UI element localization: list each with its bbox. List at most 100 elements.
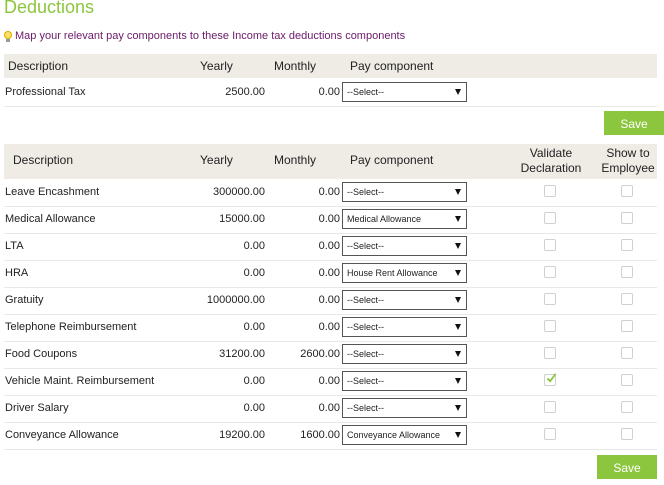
chevron-down-icon (455, 351, 461, 357)
row-yearly: 31200.00 (219, 348, 265, 360)
table1-header-yearly: Yearly (200, 59, 233, 73)
validate-declaration-checkbox[interactable] (544, 373, 557, 386)
pay-component-value: --Select-- (347, 349, 385, 359)
validate-declaration-checkbox[interactable] (544, 320, 556, 332)
pay-component-select[interactable]: --Select-- (342, 182, 467, 202)
table-row: Professional Tax 2500.00 0.00 --Select-- (4, 79, 657, 107)
chevron-down-icon (455, 432, 461, 438)
table2-header-monthly: Monthly (274, 153, 317, 167)
row-monthly: 0.00 (318, 186, 340, 198)
chevron-down-icon (455, 216, 461, 222)
page-title: Deductions (4, 0, 95, 17)
row-monthly: 2600.00 (300, 348, 340, 360)
hint-text: Map your relevant pay components to thes… (15, 30, 406, 42)
pay-component-value: --Select-- (347, 187, 385, 197)
pay-component-select[interactable]: --Select-- (342, 82, 467, 102)
pay-component-value: --Select-- (347, 87, 385, 97)
table2-header-show-line2: Employee (601, 161, 655, 175)
row-yearly: 1000000.00 (206, 294, 265, 306)
row-monthly: 0.00 (318, 213, 340, 225)
show-to-employee-checkbox[interactable] (621, 428, 633, 440)
table2-header-show-line1: Show to (606, 146, 650, 160)
chevron-down-icon (455, 89, 461, 95)
pay-component-select[interactable]: --Select-- (342, 317, 467, 337)
chevron-down-icon (455, 378, 461, 384)
pay-component-select[interactable]: --Select-- (342, 398, 467, 418)
pay-component-select[interactable]: --Select-- (342, 344, 467, 364)
table-row: LTA 0.00 0.00 --Select-- (4, 233, 657, 261)
checkmark-icon (546, 373, 557, 383)
pay-component-value: --Select-- (347, 376, 385, 386)
row-yearly: 0.00 (243, 402, 265, 414)
save-button-bottom[interactable]: Save (597, 455, 657, 479)
row-description: Vehicle Maint. Reimbursement (5, 375, 155, 387)
chevron-down-icon (455, 324, 461, 330)
row-monthly: 0.00 (318, 86, 340, 98)
row-monthly: 0.00 (318, 375, 340, 387)
validate-declaration-checkbox[interactable] (544, 293, 556, 305)
show-to-employee-checkbox[interactable] (621, 266, 633, 278)
show-to-employee-checkbox[interactable] (621, 293, 633, 305)
pay-component-value: Conveyance Allowance (347, 430, 441, 440)
pay-component-select[interactable]: Medical Allowance (342, 209, 467, 229)
pay-component-value: --Select-- (347, 241, 385, 251)
table-row: Telephone Reimbursement 0.00 0.00 --Select-… (4, 314, 657, 342)
pay-component-value: House Rent Allowance (347, 268, 438, 278)
table-row: Gratuity 1000000.00 0.00 --Select-- (4, 287, 657, 315)
row-description: HRA (5, 267, 29, 279)
row-description: Gratuity (5, 294, 44, 306)
row-description: Leave Encashment (5, 186, 100, 198)
validate-declaration-checkbox[interactable] (544, 401, 556, 413)
pay-component-value: --Select-- (347, 295, 385, 305)
validate-declaration-checkbox[interactable] (544, 347, 556, 359)
pay-component-value: --Select-- (347, 403, 385, 413)
validate-declaration-checkbox[interactable] (544, 239, 556, 251)
lightbulb-icon (4, 30, 12, 42)
validate-declaration-checkbox[interactable] (544, 212, 556, 224)
pay-component-value: --Select-- (347, 322, 385, 332)
validate-declaration-checkbox[interactable] (544, 185, 556, 197)
row-yearly: 0.00 (243, 267, 265, 279)
show-to-employee-checkbox[interactable] (621, 347, 633, 359)
chevron-down-icon (455, 243, 461, 249)
row-description: LTA (5, 240, 24, 252)
show-to-employee-checkbox[interactable] (621, 212, 633, 224)
row-description: Medical Allowance (5, 213, 96, 225)
validate-declaration-checkbox[interactable] (544, 266, 556, 278)
chevron-down-icon (455, 189, 461, 195)
table-row: HRA 0.00 0.00 House Rent Allowance (4, 260, 657, 288)
table1-header: Description Yearly Monthly Pay component (4, 54, 657, 78)
row-yearly: 2500.00 (225, 86, 265, 98)
save-button-top[interactable]: Save (604, 111, 664, 135)
row-monthly: 0.00 (318, 240, 340, 252)
table-row: Medical Allowance 15000.00 0.00 Medical All… (4, 206, 657, 234)
show-to-employee-checkbox[interactable] (621, 320, 633, 332)
chevron-down-icon (455, 270, 461, 276)
table-row: Leave Encashment 300000.00 0.00 --Select-- (4, 179, 657, 207)
row-yearly: 300000.00 (213, 186, 265, 198)
table2-header-description: Description (13, 153, 74, 167)
row-monthly: 0.00 (318, 294, 340, 306)
table-row: Food Coupons 31200.00 2600.00 --Select-- (4, 341, 657, 369)
validate-declaration-checkbox[interactable] (544, 428, 556, 440)
table-row: Conveyance Allowance 19200.00 1600.00 Conve… (4, 422, 657, 450)
row-monthly: 0.00 (318, 321, 340, 333)
show-to-employee-checkbox[interactable] (621, 185, 633, 197)
table2-header: Description Yearly Monthly Pay component… (4, 144, 657, 179)
show-to-employee-checkbox[interactable] (621, 239, 633, 251)
pay-component-select[interactable]: House Rent Allowance (342, 263, 467, 283)
row-yearly: 0.00 (243, 321, 265, 333)
pay-component-select[interactable]: --Select-- (342, 290, 467, 310)
hint-text-row: Map your relevant pay components to thes… (4, 30, 405, 42)
table2-header-validate-line1: Validate (529, 146, 573, 160)
show-to-employee-checkbox[interactable] (621, 374, 633, 386)
row-description: Conveyance Allowance (5, 429, 119, 441)
table1-header-description: Description (8, 59, 69, 73)
row-description: Telephone Reimbursement (5, 321, 137, 333)
table2-header-pay-component: Pay component (350, 153, 434, 167)
chevron-down-icon (455, 405, 461, 411)
pay-component-select[interactable]: --Select-- (342, 236, 467, 256)
pay-component-select[interactable]: Conveyance Allowance (342, 425, 467, 445)
pay-component-select[interactable]: --Select-- (342, 371, 467, 391)
show-to-employee-checkbox[interactable] (621, 401, 633, 413)
